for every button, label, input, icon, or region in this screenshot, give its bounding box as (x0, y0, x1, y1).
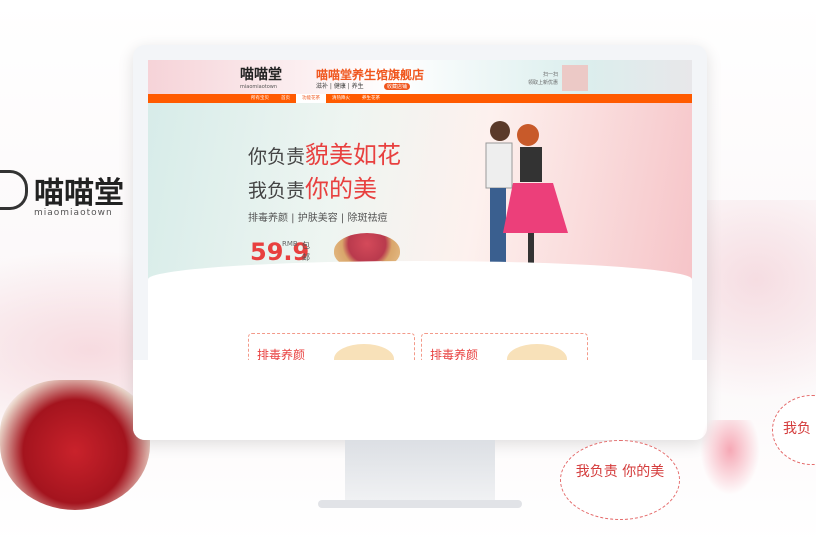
headline-2a: 我负责 (248, 180, 306, 202)
scan-sublabel: 领取上新优惠 (527, 80, 558, 86)
product-card[interactable]: 排毒养颜 (248, 333, 415, 360)
price-value: 59.9 (250, 238, 310, 266)
cat-icon (0, 170, 28, 210)
scan-label: 扫一扫 (542, 72, 558, 78)
store-tags: 滋补 | 健康 | 养生 (316, 83, 364, 90)
shop-logo[interactable]: 喵喵堂 miaomiaotown (240, 64, 282, 90)
headline-1a: 你负责 (248, 146, 306, 168)
speech-bubble: 我负 (772, 395, 816, 465)
currency: RMB (282, 240, 298, 248)
hero-banner[interactable]: 你负责貌美如花 我负责你的美 排毒养颜 | 护肤美容 | 除斑祛痘 59.9 RM… (148, 103, 692, 283)
product-cards: 排毒养颜 排毒养颜 (248, 333, 588, 360)
brand-subtitle: miaomiaotown (34, 208, 113, 218)
nav-item[interactable]: 清热降火 (326, 94, 356, 103)
shop-nav: 所有宝贝 首页 功能花茶 清热降火 养生花茶 (148, 94, 692, 103)
tea-image (334, 344, 394, 360)
card-title: 排毒养颜 (257, 348, 306, 360)
favorite-button[interactable]: 收藏店铺 (384, 83, 411, 90)
monitor-base (318, 500, 522, 508)
couple-illustration (485, 121, 568, 278)
scan-text: 扫一扫领取上新优惠 (518, 71, 558, 87)
nav-item[interactable]: 所有宝贝 (245, 94, 275, 103)
free-shipping: 包邮 (302, 241, 310, 262)
price: 59.9 RMB 包邮 (250, 238, 310, 266)
shop-logo-text: 喵喵堂 (240, 67, 282, 83)
screen: 喵喵堂 miaomiaotown 喵喵堂养生馆旗舰店 滋补 | 健康 | 养生 收… (148, 60, 692, 360)
headline-2b: 你的美 (305, 175, 378, 203)
cloud-decor (148, 261, 692, 283)
tea-cup-image (0, 380, 150, 510)
product-card[interactable]: 排毒养颜 (421, 333, 588, 360)
monitor-stand (345, 440, 495, 502)
features-text: 排毒养颜 | 护肤美容 | 除斑祛痘 (248, 213, 388, 224)
monitor: 喵喵堂 miaomiaotown 喵喵堂养生馆旗舰店 滋补 | 健康 | 养生 收… (133, 45, 707, 440)
nav-item-active[interactable]: 功能花茶 (296, 94, 326, 103)
headline-1b: 貌美如花 (305, 141, 402, 169)
card-title: 排毒养颜 (430, 348, 479, 360)
brand-logo: 喵喵堂 miaomiaotown (0, 168, 124, 218)
monitor-chin (133, 360, 707, 440)
headline-1: 你负责貌美如花 (248, 135, 401, 170)
nav-item[interactable]: 养生花茶 (356, 94, 386, 103)
tea-image (507, 344, 567, 360)
headline-2: 我负责你的美 (248, 169, 377, 204)
speech-bubble: 我负责 你的美 (560, 440, 680, 520)
shop-header: 喵喵堂 miaomiaotown 喵喵堂养生馆旗舰店 滋补 | 健康 | 养生 收… (148, 60, 692, 94)
nav-item[interactable]: 首页 (275, 94, 296, 103)
shop-logo-sub: miaomiaotown (240, 84, 278, 90)
couple-decor (700, 420, 760, 495)
qr-code (562, 65, 588, 91)
brand-name: 喵喵堂 (34, 176, 124, 211)
